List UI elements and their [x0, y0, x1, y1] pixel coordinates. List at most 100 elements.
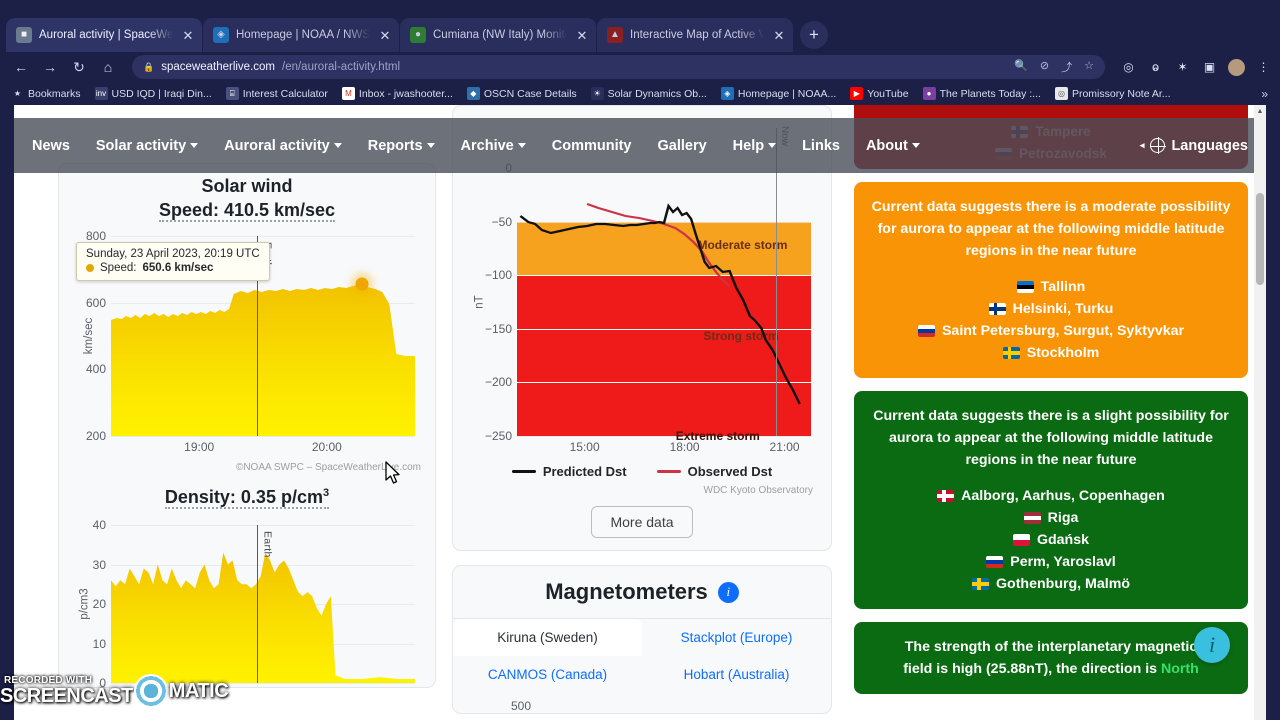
bookmark-item-5[interactable]: ☀ Solar Dynamics Ob... [586, 85, 712, 102]
alert-slight-possibility: Current data suggests there is a slight … [854, 391, 1248, 609]
nav-item-label: About [865, 137, 908, 154]
nav-item-links[interactable]: Links [802, 138, 840, 154]
density-y-tick: 20 [92, 597, 106, 611]
nav-item-reports[interactable]: Reports [368, 138, 435, 154]
info-icon[interactable]: i [717, 581, 739, 603]
tab-title: Interactive Map of Active Volcano [630, 29, 764, 41]
tooltip-timestamp: Sunday, 23 April 2023, 20:19 UTC [86, 248, 260, 260]
tab-stackplot-europe[interactable]: Stackplot (Europe) [642, 619, 831, 656]
bookmarks-overflow-button[interactable]: » [1261, 87, 1274, 101]
magnetometer-axis-tick: 500 [511, 699, 532, 713]
aurora-location-name: Perm, Yaroslavl [1010, 554, 1116, 570]
side-panel-icon[interactable]: ▣ [1201, 59, 1218, 76]
aurora-location-row: Riga [866, 507, 1236, 529]
nav-item-label: Reports [367, 137, 423, 154]
tab-close-button[interactable]: ✕ [377, 29, 393, 42]
legend-swatch-observed [656, 470, 681, 473]
aurora-location-row: Helsinki, Turku [866, 298, 1236, 320]
alert-imf-strength: The strength of the interplanetary magne… [854, 622, 1248, 694]
nav-item-gallery[interactable]: Gallery [657, 138, 706, 154]
chevron-down-icon [190, 143, 199, 148]
tab-close-button[interactable]: ✕ [771, 29, 787, 42]
aurora-location-row: Gothenburg, Malmö [866, 573, 1236, 595]
nav-item-about[interactable]: About [866, 138, 920, 154]
browser-tab-0[interactable]: ■ Auroral activity | SpaceWeatherLive.com… [6, 18, 202, 52]
legend-swatch-predicted [511, 470, 536, 473]
tracking-protection-icon[interactable]: ⊘ [1040, 59, 1049, 75]
nav-item-label: Links [802, 137, 840, 154]
nav-item-archive[interactable]: Archive [461, 138, 526, 154]
nav-item-news[interactable]: News [32, 138, 70, 154]
bookmark-label: Interest Calculator [242, 87, 328, 100]
new-tab-button[interactable]: + [800, 21, 828, 49]
bookmark-item-8[interactable]: ● The Planets Today :... [918, 85, 1046, 102]
now-marker-line [775, 128, 778, 436]
noaa-icon: ◈ [720, 87, 734, 100]
info-fab-icon[interactable]: i [1194, 627, 1230, 663]
latvia-flag [1023, 512, 1041, 524]
scrollbar-thumb[interactable] [1256, 193, 1264, 285]
address-bar[interactable]: 🔒 spaceweatherlive.com/en/auroral-activi… [132, 55, 1105, 79]
aurora-location-row: Tallinn [866, 276, 1236, 298]
nav-item-label: Community [551, 137, 632, 154]
extensions-puzzle-icon[interactable]: ✶ [1174, 59, 1191, 76]
scroll-up-arrow[interactable]: ▲ [1254, 105, 1266, 117]
nav-item-auroral-activity[interactable]: Auroral activity [224, 138, 342, 154]
bookmark-item-0[interactable]: ★ Bookmarks [6, 85, 86, 102]
bookmark-item-3[interactable]: M Inbox - jwashooter... [337, 85, 458, 102]
page-scrollbar[interactable]: ▲ [1254, 105, 1266, 720]
bookmark-item-9[interactable]: ◎ Promissory Note Ar... [1050, 85, 1176, 102]
sun-icon: ☀ [590, 87, 604, 100]
russia-flag [917, 325, 935, 337]
bookmark-item-1[interactable]: inv USD IQD | Iraqi Din... [90, 85, 217, 102]
profile-avatar[interactable] [1228, 58, 1245, 76]
magnetometers-title: Magnetometers [545, 579, 708, 604]
zoom-icon[interactable]: 🔍 [1014, 59, 1028, 75]
tab-hobart-australia[interactable]: Hobart (Australia) [642, 656, 831, 693]
aurora-location-name: Tallinn [1040, 279, 1086, 295]
dst-legend: Predicted Dst Observed Dst [463, 464, 821, 479]
tab-title: Auroral activity | SpaceWeatherLive.com [39, 29, 173, 41]
bookmark-item-7[interactable]: ▶ YouTube [845, 85, 913, 102]
back-button[interactable]: ← [8, 54, 34, 80]
magnetometers-card: Magnetometers i Kiruna (Sweden) Stackplo… [452, 565, 832, 714]
tab-canmos-canada[interactable]: CANMOS (Canada) [453, 656, 642, 693]
reload-button[interactable]: ↻ [66, 54, 92, 80]
column-solar-wind: Solar wind Speed: 410.5 km/sec km/sec 80… [14, 105, 444, 720]
forward-button[interactable]: → [37, 54, 63, 80]
browser-tab-2[interactable]: ● Cumiana (NW Italy) Monitoring St ✕ [400, 18, 596, 52]
wallet-extension-icon[interactable]: ⱺ [1147, 59, 1164, 76]
screencast-watermark: RECORDED WITH SCREENCAST MATIC [0, 674, 229, 708]
toolbar-extensions: ◎ ⱺ ✶ ▣ ⋮ [1116, 58, 1272, 76]
tab-close-button[interactable]: ✕ [180, 29, 196, 42]
nav-item-label: Solar activity [95, 137, 187, 154]
share-icon[interactable]: ⤴ [1061, 59, 1072, 75]
nav-item-help[interactable]: Help [733, 138, 777, 154]
omnibox-icons: 🔍 ⊘ ⤴ ☆ [1014, 59, 1094, 75]
speed-y-tick: 400 [85, 362, 106, 377]
column-dst-index: nT 0 −50 −100 −150 − [444, 105, 840, 720]
density-y-tick: 10 [92, 636, 106, 651]
alert-green-headline: Current data suggests there is a slight … [873, 408, 1229, 468]
bookmark-item-6[interactable]: ◈ Homepage | NOAA... [716, 85, 841, 102]
browser-tab-1[interactable]: ◈ Homepage | NOAA / NWS Space Weather Pre… [203, 18, 399, 52]
nav-item-community[interactable]: Community [552, 138, 632, 154]
browser-tab-3[interactable]: ▲ Interactive Map of Active Volcano ✕ [597, 18, 793, 52]
finland-flag [988, 303, 1006, 315]
tab-kiruna-sweden[interactable]: Kiruna (Sweden) [453, 619, 642, 656]
nav-item-solar-activity[interactable]: Solar activity [95, 137, 199, 154]
languages-selector[interactable]: ◂ Languages [1140, 137, 1248, 154]
nav-item-label: Archive [460, 137, 514, 154]
bookmark-star-icon[interactable]: ☆ [1084, 59, 1094, 75]
doc-icon: ◎ [1054, 87, 1068, 100]
more-data-button[interactable]: More data [591, 506, 693, 538]
browser-extension-icon[interactable]: ◎ [1120, 59, 1137, 76]
alert-moderate-possibility: Current data suggests there is a moderat… [854, 182, 1248, 378]
bookmark-item-4[interactable]: ◆ OSCN Case Details [462, 85, 582, 102]
home-button[interactable]: ⌂ [95, 54, 121, 80]
dst-series-svg [519, 203, 801, 405]
bookmark-item-2[interactable]: ⌸ Interest Calculator [221, 85, 333, 102]
tab-close-button[interactable]: ✕ [574, 29, 590, 42]
bookmark-label: OSCN Case Details [483, 87, 577, 100]
chrome-menu-icon[interactable]: ⋮ [1255, 59, 1272, 76]
